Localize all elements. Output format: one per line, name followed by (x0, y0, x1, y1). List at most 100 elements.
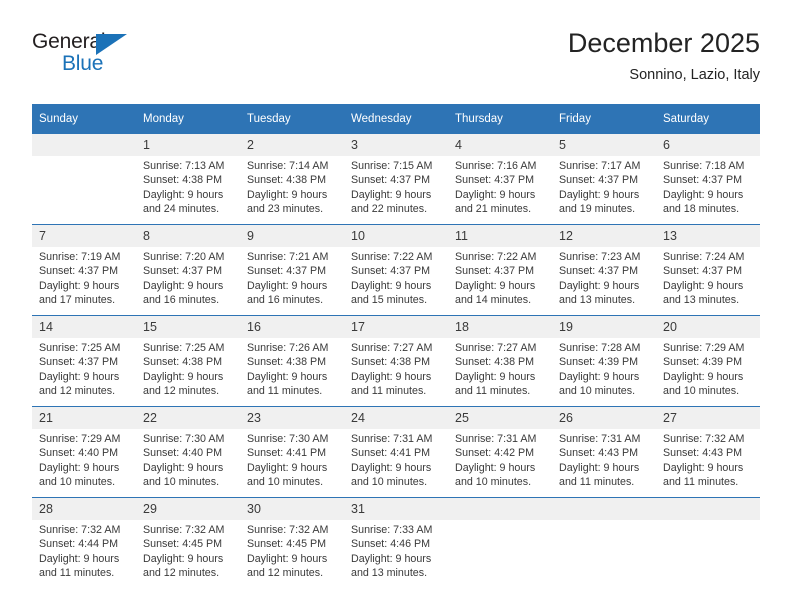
daylight-text: and 13 minutes. (559, 294, 636, 307)
sunset-text: Sunset: 4:38 PM (143, 356, 223, 369)
day-number: 13 (656, 225, 760, 247)
sunset-text: Sunset: 4:37 PM (351, 265, 431, 278)
sunrise-text: Sunrise: 7:30 AM (143, 433, 225, 445)
calendar-day-cell[interactable]: 26 Sunrise: 7:31 AM Sunset: 4:43 PM Dayligh… (552, 406, 656, 498)
sunrise-text: Sunrise: 7:25 AM (143, 342, 225, 354)
sunrise-text: Sunrise: 7:26 AM (247, 342, 329, 354)
day-number: 3 (344, 134, 448, 156)
calendar-day-cell[interactable]: 10 Sunrise: 7:22 AM Sunset: 4:37 PM Dayligh… (344, 224, 448, 316)
calendar-day-cell-empty (656, 497, 760, 588)
day-number: 2 (240, 134, 344, 156)
sunset-text: Sunset: 4:40 PM (143, 447, 223, 460)
calendar-day-cell[interactable]: 15 Sunrise: 7:25 AM Sunset: 4:38 PM Dayligh… (136, 315, 240, 407)
sunset-text: Sunset: 4:37 PM (559, 174, 639, 187)
daylight-text: and 12 minutes. (143, 385, 220, 398)
calendar-day-cell[interactable]: 24 Sunrise: 7:31 AM Sunset: 4:41 PM Dayligh… (344, 406, 448, 498)
calendar-day-cell[interactable]: 6 Sunrise: 7:18 AM Sunset: 4:37 PM Daylight… (656, 134, 760, 225)
day-number (32, 134, 136, 156)
calendar-day-cell[interactable]: 20 Sunrise: 7:29 AM Sunset: 4:39 PM Dayligh… (656, 315, 760, 407)
calendar-day-cell[interactable]: 19 Sunrise: 7:28 AM Sunset: 4:39 PM Dayligh… (552, 315, 656, 407)
daylight-text: and 16 minutes. (247, 294, 324, 307)
day-number: 1 (136, 134, 240, 156)
calendar-day-cell[interactable]: 29 Sunrise: 7:32 AM Sunset: 4:45 PM Dayligh… (136, 497, 240, 588)
brand-logo[interactable]: General Blue (32, 30, 152, 84)
day-sun-info: Sunrise: 7:30 AM Sunset: 4:40 PM Daylight:… (136, 429, 240, 490)
calendar-day-cell[interactable]: 1 Sunrise: 7:13 AM Sunset: 4:38 PM Daylight… (136, 134, 240, 225)
sunset-text: Sunset: 4:40 PM (39, 447, 119, 460)
calendar-day-cell[interactable]: 21 Sunrise: 7:29 AM Sunset: 4:40 PM Dayligh… (32, 406, 136, 498)
calendar-day-cell[interactable]: 27 Sunrise: 7:32 AM Sunset: 4:43 PM Dayligh… (656, 406, 760, 498)
calendar-day-cell[interactable]: 13 Sunrise: 7:24 AM Sunset: 4:37 PM Dayligh… (656, 224, 760, 316)
calendar-day-cell[interactable]: 2 Sunrise: 7:14 AM Sunset: 4:38 PM Daylight… (240, 134, 344, 225)
sunrise-text: Sunrise: 7:32 AM (247, 524, 329, 536)
day-sun-info: Sunrise: 7:32 AM Sunset: 4:45 PM Daylight:… (136, 520, 240, 581)
day-sun-info: Sunrise: 7:33 AM Sunset: 4:46 PM Daylight:… (344, 520, 448, 581)
sunrise-text: Sunrise: 7:27 AM (351, 342, 433, 354)
day-sun-info: Sunrise: 7:32 AM Sunset: 4:44 PM Daylight:… (32, 520, 136, 581)
day-number: 21 (32, 407, 136, 429)
daylight-text: and 13 minutes. (351, 567, 428, 580)
day-number: 28 (32, 498, 136, 520)
calendar-day-cell[interactable]: 30 Sunrise: 7:32 AM Sunset: 4:45 PM Dayligh… (240, 497, 344, 588)
sunrise-text: Sunrise: 7:23 AM (559, 251, 641, 263)
day-number: 19 (552, 316, 656, 338)
calendar-day-cell[interactable]: 31 Sunrise: 7:33 AM Sunset: 4:46 PM Dayligh… (344, 497, 448, 588)
weekday-header-saturday: Saturday (656, 104, 760, 134)
daylight-text: Daylight: 9 hours (39, 552, 120, 565)
calendar-day-cell[interactable]: 25 Sunrise: 7:31 AM Sunset: 4:42 PM Dayligh… (448, 406, 552, 498)
calendar-day-cell[interactable]: 12 Sunrise: 7:23 AM Sunset: 4:37 PM Dayligh… (552, 224, 656, 316)
daylight-text: and 24 minutes. (143, 203, 220, 216)
daylight-text: and 10 minutes. (351, 476, 428, 489)
calendar-day-cell[interactable]: 11 Sunrise: 7:22 AM Sunset: 4:37 PM Dayligh… (448, 224, 552, 316)
day-sun-info: Sunrise: 7:28 AM Sunset: 4:39 PM Daylight:… (552, 338, 656, 399)
day-sun-info: Sunrise: 7:27 AM Sunset: 4:38 PM Daylight:… (344, 338, 448, 399)
calendar-day-cell[interactable]: 9 Sunrise: 7:21 AM Sunset: 4:37 PM Daylight… (240, 224, 344, 316)
day-sun-info: Sunrise: 7:29 AM Sunset: 4:40 PM Daylight:… (32, 429, 136, 490)
calendar-day-cell[interactable]: 5 Sunrise: 7:17 AM Sunset: 4:37 PM Daylight… (552, 134, 656, 225)
day-number: 29 (136, 498, 240, 520)
day-number: 18 (448, 316, 552, 338)
calendar-week-row: 14 Sunrise: 7:25 AM Sunset: 4:37 PM Dayligh… (32, 315, 760, 407)
weekday-header-monday: Monday (136, 104, 240, 134)
day-number: 20 (656, 316, 760, 338)
calendar-day-cell[interactable]: 18 Sunrise: 7:27 AM Sunset: 4:38 PM Dayligh… (448, 315, 552, 407)
day-sun-info: Sunrise: 7:22 AM Sunset: 4:37 PM Daylight:… (344, 247, 448, 308)
daylight-text: Daylight: 9 hours (351, 279, 432, 292)
day-number: 6 (656, 134, 760, 156)
calendar-day-cell[interactable]: 23 Sunrise: 7:30 AM Sunset: 4:41 PM Dayligh… (240, 406, 344, 498)
day-number: 4 (448, 134, 552, 156)
day-sun-info: Sunrise: 7:21 AM Sunset: 4:37 PM Daylight:… (240, 247, 344, 308)
sunset-text: Sunset: 4:37 PM (559, 265, 639, 278)
daylight-text: Daylight: 9 hours (663, 279, 744, 292)
sunset-text: Sunset: 4:37 PM (455, 174, 535, 187)
sunrise-text: Sunrise: 7:15 AM (351, 160, 433, 172)
day-sun-info: Sunrise: 7:31 AM Sunset: 4:43 PM Daylight:… (552, 429, 656, 490)
sunset-text: Sunset: 4:37 PM (351, 174, 431, 187)
calendar-day-cell[interactable]: 3 Sunrise: 7:15 AM Sunset: 4:37 PM Daylight… (344, 134, 448, 225)
calendar-day-cell[interactable]: 28 Sunrise: 7:32 AM Sunset: 4:44 PM Dayligh… (32, 497, 136, 588)
sunrise-text: Sunrise: 7:20 AM (143, 251, 225, 263)
calendar-day-cell[interactable]: 14 Sunrise: 7:25 AM Sunset: 4:37 PM Dayligh… (32, 315, 136, 407)
daylight-text: Daylight: 9 hours (247, 370, 328, 383)
sunrise-text: Sunrise: 7:32 AM (143, 524, 225, 536)
calendar-day-cell[interactable]: 22 Sunrise: 7:30 AM Sunset: 4:40 PM Dayligh… (136, 406, 240, 498)
day-sun-info: Sunrise: 7:26 AM Sunset: 4:38 PM Daylight:… (240, 338, 344, 399)
daylight-text: Daylight: 9 hours (663, 370, 744, 383)
daylight-text: Daylight: 9 hours (455, 188, 536, 201)
day-number: 26 (552, 407, 656, 429)
sunrise-text: Sunrise: 7:21 AM (247, 251, 329, 263)
calendar-day-cell[interactable]: 4 Sunrise: 7:16 AM Sunset: 4:37 PM Daylight… (448, 134, 552, 225)
daylight-text: Daylight: 9 hours (39, 370, 120, 383)
calendar-day-cell[interactable]: 8 Sunrise: 7:20 AM Sunset: 4:37 PM Daylight… (136, 224, 240, 316)
daylight-text: and 22 minutes. (351, 203, 428, 216)
calendar-day-cell[interactable]: 16 Sunrise: 7:26 AM Sunset: 4:38 PM Dayligh… (240, 315, 344, 407)
day-sun-info: Sunrise: 7:23 AM Sunset: 4:37 PM Daylight:… (552, 247, 656, 308)
daylight-text: and 11 minutes. (559, 476, 635, 489)
calendar-day-cell[interactable]: 17 Sunrise: 7:27 AM Sunset: 4:38 PM Dayligh… (344, 315, 448, 407)
daylight-text: and 17 minutes. (39, 294, 116, 307)
day-number: 7 (32, 225, 136, 247)
sunset-text: Sunset: 4:41 PM (247, 447, 327, 460)
daylight-text: and 11 minutes. (39, 567, 115, 580)
calendar-body: 1 Sunrise: 7:13 AM Sunset: 4:38 PM Daylight… (32, 134, 760, 588)
calendar-day-cell[interactable]: 7 Sunrise: 7:19 AM Sunset: 4:37 PM Daylight… (32, 224, 136, 316)
